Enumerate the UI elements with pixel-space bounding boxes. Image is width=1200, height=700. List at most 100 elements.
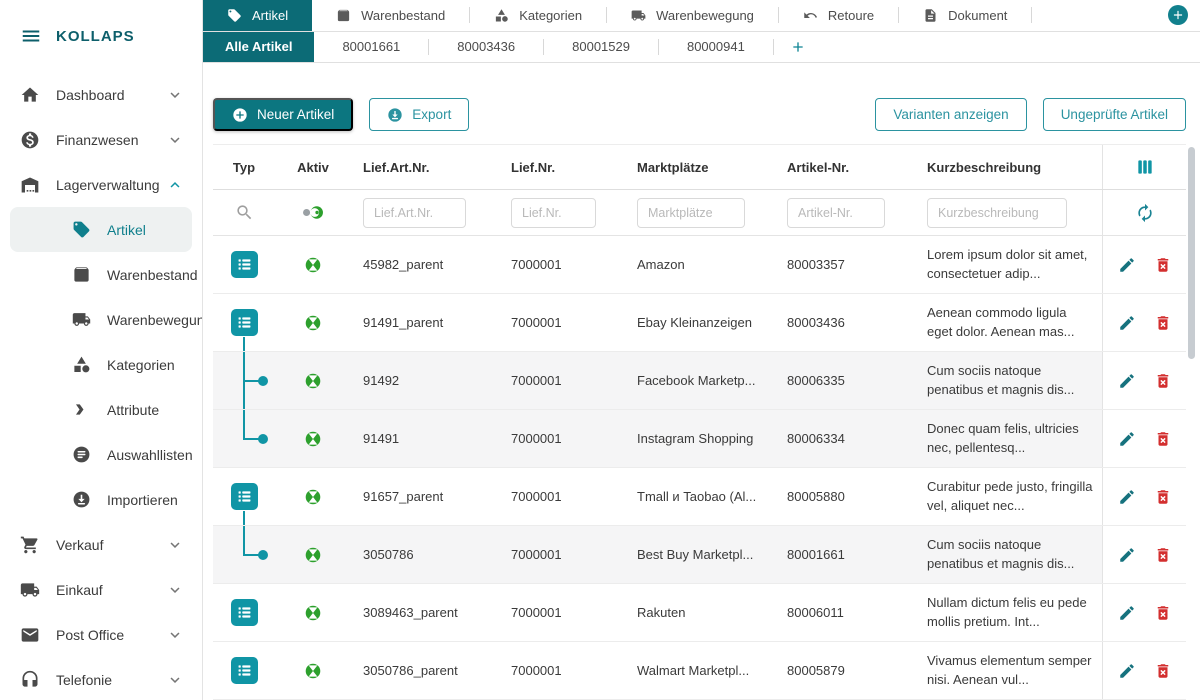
column-header-marktplaetze: Marktplätze [625, 145, 775, 189]
sidebar-item-lagerverwaltung[interactable]: Lagerverwaltung [10, 162, 192, 207]
filter-lief-nr-input[interactable] [511, 198, 596, 228]
export-button[interactable]: Export [369, 98, 469, 131]
cart-icon [20, 535, 40, 555]
active-status-icon[interactable] [305, 663, 321, 679]
app-root: KOLLAPS Dashboard Finanzwesen Lagerverwa… [0, 0, 1200, 700]
parent-list-icon[interactable] [231, 251, 258, 278]
active-status-icon[interactable] [305, 605, 321, 621]
delete-trash-icon[interactable] [1154, 546, 1172, 564]
unchecked-articles-button[interactable]: Ungeprüfte Artikel [1043, 98, 1186, 131]
tab-dokument[interactable]: Dokument [899, 0, 1031, 31]
refresh-icon[interactable] [1135, 203, 1155, 223]
sidebar-item-telefonie[interactable]: Telefonie [10, 657, 192, 700]
active-status-icon[interactable] [305, 489, 321, 505]
chevron-down-icon [166, 86, 184, 104]
filter-marktplaetze-input[interactable] [637, 198, 745, 228]
delete-trash-icon[interactable] [1154, 256, 1172, 274]
columns-icon[interactable] [1135, 157, 1155, 177]
tab-artikel[interactable]: Artikel [203, 0, 312, 31]
cell-artikel-nr: 80005879 [775, 642, 915, 699]
sidebar-item-kategorien[interactable]: Kategorien [10, 342, 192, 387]
tree-connector [243, 410, 245, 439]
sidebar-item-post-office[interactable]: Post Office [10, 612, 192, 657]
sidebar-item-dashboard[interactable]: Dashboard [10, 72, 192, 117]
module-tab-bar: Artikel Warenbestand Kategorien Warenbew… [203, 0, 1200, 32]
cell-lief-nr: 7000001 [499, 584, 625, 641]
edit-pencil-icon[interactable] [1118, 314, 1136, 332]
active-status-icon[interactable] [305, 431, 321, 447]
filter-artikel-nr-input[interactable] [787, 198, 885, 228]
table-scrollbar[interactable] [1188, 147, 1195, 359]
toggle-filter-icon[interactable] [301, 205, 325, 220]
headset-icon [20, 670, 40, 690]
tree-connector [243, 526, 245, 555]
parent-list-icon[interactable] [231, 309, 258, 336]
tab-kategorien[interactable]: Kategorien [470, 0, 606, 31]
delete-trash-icon[interactable] [1154, 372, 1172, 390]
sidebar-item-finanzwesen[interactable]: Finanzwesen [10, 117, 192, 162]
app-logo: KOLLAPS [56, 28, 135, 45]
edit-pencil-icon[interactable] [1118, 604, 1136, 622]
cell-kurzbeschreibung: Nullam dictum felis eu pede mollis preti… [927, 594, 1102, 630]
sidebar-item-warenbewegung[interactable]: Warenbewegung [10, 297, 192, 342]
sidebar-item-warenbestand[interactable]: Warenbestand [10, 252, 192, 297]
sidebar-item-attribute[interactable]: Attribute [10, 387, 192, 432]
search-icon[interactable] [235, 203, 254, 222]
cell-lief-art-nr: 91491 [351, 410, 499, 467]
add-tab-button[interactable] [1168, 5, 1188, 25]
tab-article-80001661[interactable]: 80001661 [314, 32, 428, 63]
truck-icon [72, 310, 91, 329]
delete-trash-icon[interactable] [1154, 662, 1172, 680]
column-header-aktiv: Aktiv [275, 145, 351, 189]
menu-icon[interactable] [20, 25, 42, 47]
edit-pencil-icon[interactable] [1118, 488, 1136, 506]
show-variants-button[interactable]: Varianten anzeigen [875, 98, 1026, 131]
active-status-icon[interactable] [305, 315, 321, 331]
toolbar: Neuer Artikel Export Varianten anzeigen … [213, 98, 1186, 131]
chevron-down-icon [166, 626, 184, 644]
chevron-down-icon [166, 131, 184, 149]
tree-connector [243, 337, 245, 351]
edit-pencil-icon[interactable] [1118, 546, 1136, 564]
main-area: Artikel Warenbestand Kategorien Warenbew… [203, 0, 1200, 700]
cell-lief-nr: 7000001 [499, 294, 625, 351]
edit-pencil-icon[interactable] [1118, 372, 1136, 390]
parent-list-icon[interactable] [231, 657, 258, 684]
parent-list-icon[interactable] [231, 483, 258, 510]
filter-lief-art-nr-input[interactable] [363, 198, 466, 228]
delete-trash-icon[interactable] [1154, 314, 1172, 332]
active-status-icon[interactable] [305, 373, 321, 389]
edit-pencil-icon[interactable] [1118, 430, 1136, 448]
tab-article-80000941[interactable]: 80000941 [659, 32, 773, 63]
tab-article-80003436[interactable]: 80003436 [429, 32, 543, 63]
filter-kurzbeschreibung-input[interactable] [927, 198, 1067, 228]
edit-pencil-icon[interactable] [1118, 256, 1136, 274]
delete-trash-icon[interactable] [1154, 488, 1172, 506]
delete-trash-icon[interactable] [1154, 604, 1172, 622]
cell-marktplatz: Rakuten [625, 584, 775, 641]
sidebar-item-auswahllisten[interactable]: Auswahllisten [10, 432, 192, 477]
add-article-tab-button[interactable] [790, 32, 806, 63]
active-status-icon[interactable] [305, 257, 321, 273]
parent-list-icon[interactable] [231, 599, 258, 626]
tab-article-80001529[interactable]: 80001529 [544, 32, 658, 63]
cell-lief-art-nr: 91492 [351, 352, 499, 409]
cell-kurzbeschreibung: Cum sociis natoque penatibus et magnis d… [927, 362, 1102, 398]
sidebar-item-artikel[interactable]: Artikel [10, 207, 192, 252]
tab-warenbewegung[interactable]: Warenbewegung [607, 0, 778, 31]
cell-lief-nr: 7000001 [499, 410, 625, 467]
sidebar-item-importieren[interactable]: Importieren [10, 477, 192, 522]
sidebar-item-verkauf[interactable]: Verkauf [10, 522, 192, 567]
tree-connector [243, 511, 245, 525]
tab-spacer [1032, 0, 1168, 31]
tab-retoure[interactable]: Retoure [779, 0, 898, 31]
cell-marktplatz: Facebook Marketp... [625, 352, 775, 409]
new-article-button[interactable]: Neuer Artikel [213, 98, 353, 131]
active-status-icon[interactable] [305, 547, 321, 563]
tab-alle-artikel[interactable]: Alle Artikel [203, 32, 314, 63]
edit-pencil-icon[interactable] [1118, 662, 1136, 680]
tab-warenbestand[interactable]: Warenbestand [312, 0, 469, 31]
sidebar-item-einkauf[interactable]: Einkauf [10, 567, 192, 612]
cell-lief-art-nr: 45982_parent [351, 236, 499, 293]
delete-trash-icon[interactable] [1154, 430, 1172, 448]
